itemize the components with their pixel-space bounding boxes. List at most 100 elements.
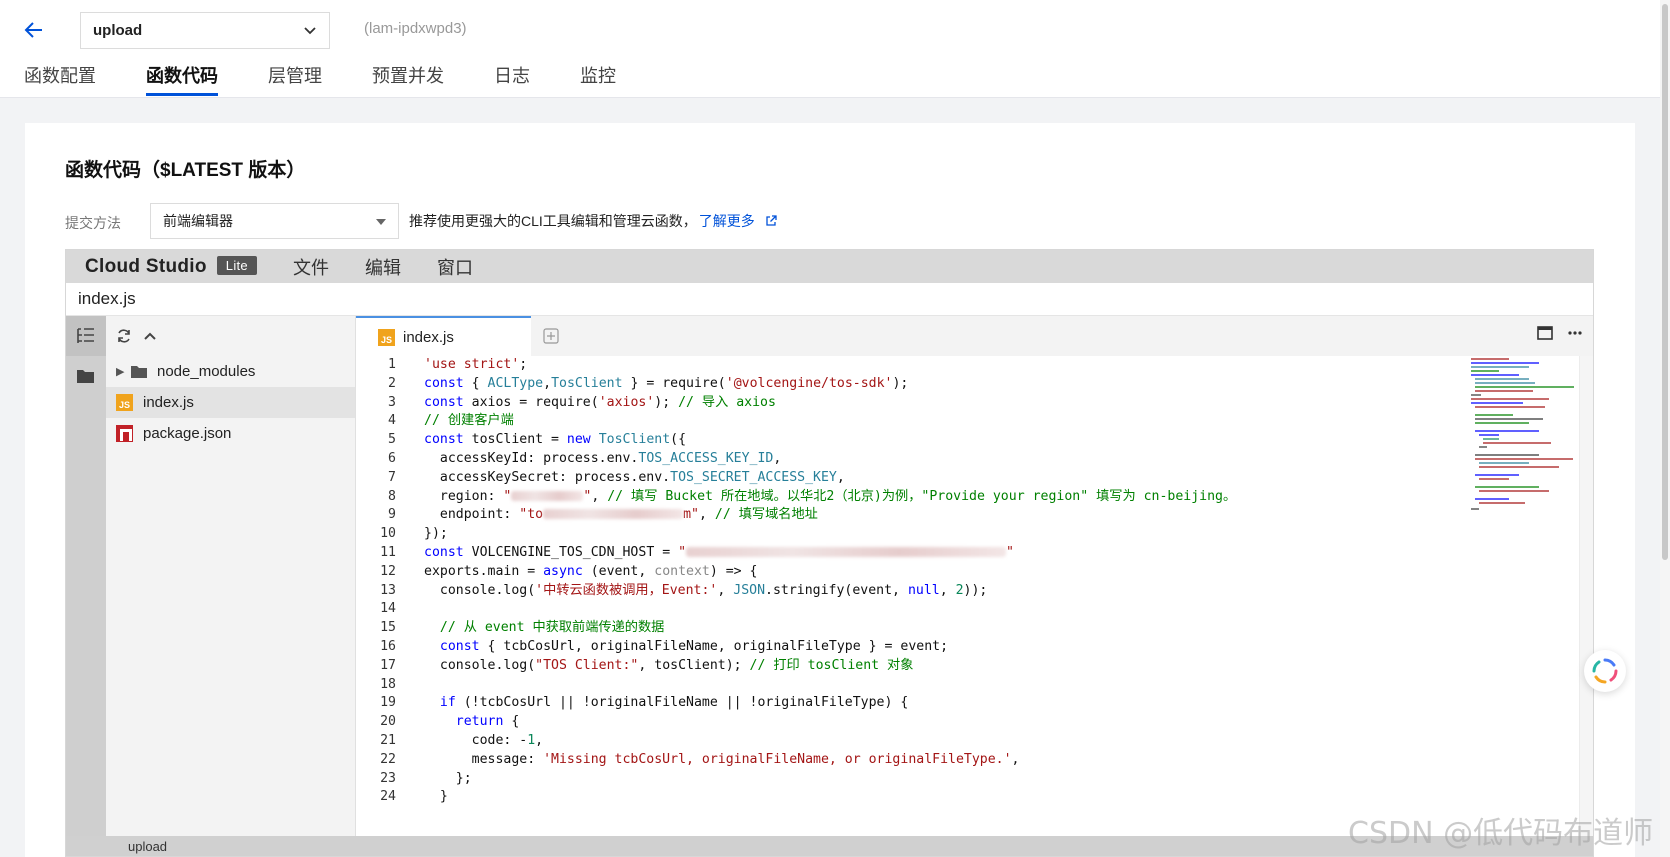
activity-bar — [66, 316, 106, 856]
code-token: }); — [424, 526, 448, 542]
code-token: if (!tcbCosUrl || !originalFileName || !… — [424, 694, 908, 713]
code-line: 20 return { — [356, 713, 1593, 732]
maximize-icon[interactable] — [1537, 326, 1553, 340]
line-number: 10 — [380, 526, 396, 542]
code-token: accessKeySecret: process.env.TOS_SECRET_… — [424, 469, 845, 488]
assistant-float-button[interactable] — [1584, 650, 1626, 692]
code-token: "TOS Client:" — [535, 657, 639, 673]
code-token: , — [773, 450, 782, 466]
brand-lite-badge: Lite — [216, 255, 257, 275]
code-token: 1 — [527, 732, 536, 748]
learn-more-link[interactable]: 了解更多 — [699, 213, 755, 229]
tree-folder-node-modules[interactable]: ▶ node_modules — [106, 356, 355, 387]
tree-file-package-json[interactable]: package.json — [106, 418, 355, 449]
code-line: 9 endpoint: "to m", // 填写域名地址 — [356, 506, 1593, 525]
code-line: 16 const { tcbCosUrl, originalFileName, … — [356, 638, 1593, 657]
code-line: 5 const tosClient = new TosClient({ — [356, 431, 1593, 450]
code-token: , — [939, 582, 956, 598]
assistant-logo-icon — [1592, 658, 1618, 684]
menu-edit[interactable]: 编辑 — [365, 254, 401, 280]
code-token: TosClient — [551, 375, 623, 391]
function-selector[interactable]: upload — [80, 12, 330, 49]
tab-provisioned-concurrency[interactable]: 预置并发 — [372, 62, 444, 96]
code-minimap[interactable] — [1469, 356, 1579, 516]
menu-file[interactable]: 文件 — [293, 254, 329, 280]
code-token: ; — [519, 357, 528, 372]
line-number: 17 — [380, 657, 396, 673]
code-line: 21 code: -1, — [356, 732, 1593, 751]
tab-function-config[interactable]: 函数配置 — [24, 62, 96, 96]
code-line: 19 if (!tcbCosUrl || !originalFileName |… — [356, 694, 1593, 713]
code-token: } — [424, 788, 448, 807]
code-token: (event, — [582, 563, 655, 579]
external-link-icon[interactable] — [765, 215, 777, 227]
line-number: 20 — [380, 714, 396, 730]
tree-file-index-js[interactable]: JS index.js — [106, 387, 355, 418]
code-token: ({ — [670, 432, 687, 448]
chevron-right-icon: ▶ — [116, 366, 125, 378]
tab-monitoring[interactable]: 监控 — [580, 62, 616, 96]
code-token: const VOLCENGINE_TOS_CDN_HOST = " " — [424, 544, 1014, 563]
file-explorer: ▶ node_modules JS index.js package.json — [106, 316, 356, 856]
more-options-icon[interactable] — [1567, 326, 1583, 340]
redacted-value — [511, 490, 584, 501]
code-token: } — [424, 789, 448, 805]
tab-logs[interactable]: 日志 — [494, 62, 530, 96]
code-token: null — [907, 582, 940, 598]
code-token: const axios = require('axios'); // 导入 ax… — [424, 394, 776, 413]
explorer-view-button[interactable] — [66, 356, 106, 396]
code-token: , — [543, 375, 552, 391]
code-token: const — [424, 394, 464, 410]
plus-square-icon — [543, 328, 559, 344]
code-line: 6 accessKeyId: process.env.TOS_ACCESS_KE… — [356, 450, 1593, 469]
code-token: ); — [892, 375, 909, 391]
line-number: 18 — [380, 676, 396, 692]
collapse-up-icon[interactable] — [142, 328, 158, 344]
code-line: 4 // 创建客户端 — [356, 412, 1593, 431]
code-token: { — [503, 714, 520, 730]
code-token: .stringify(event, — [765, 582, 908, 598]
scrollbar-thumb[interactable] — [1662, 4, 1668, 560]
code-token: (!tcbCosUrl || !originalFileName || !ori… — [455, 695, 909, 711]
code-token: ); — [654, 394, 679, 410]
outline-view-button[interactable] — [66, 316, 106, 356]
code-token: tosClient = — [463, 432, 567, 448]
code-token: " — [503, 488, 512, 504]
tab-layer-management[interactable]: 层管理 — [268, 62, 322, 96]
code-line: 22 message: 'Missing tcbCosUrl, original… — [356, 751, 1593, 770]
code-token: const { ACLType,TosClient } = require('@… — [424, 375, 908, 394]
code-token: , — [836, 469, 845, 485]
refresh-icon[interactable] — [116, 328, 132, 344]
code-token: region: — [424, 488, 504, 504]
tab-function-code[interactable]: 函数代码 — [146, 62, 218, 96]
list-tree-icon — [77, 328, 94, 343]
editor-tab-index-js[interactable]: JS index.js — [356, 316, 531, 356]
folder-open-icon — [77, 370, 94, 383]
ide-file-title: index.js — [66, 283, 1593, 316]
code-token: "to — [519, 507, 544, 523]
back-arrow-icon[interactable] — [22, 18, 46, 42]
page-scrollbar[interactable] — [1660, 0, 1670, 857]
code-token: m" — [683, 507, 699, 523]
code-line: 18 — [356, 676, 1593, 695]
new-tab-button[interactable] — [531, 316, 571, 356]
code-token: endpoint: — [424, 507, 520, 523]
js-file-icon: JS — [116, 394, 133, 411]
brand-name: Cloud Studio — [85, 255, 207, 277]
code-token: // 打印 tosClient 对象 — [749, 657, 914, 673]
code-token: code: -1, — [424, 732, 544, 751]
submit-method-label: 提交方法 — [65, 215, 121, 231]
code-token: , — [591, 488, 608, 504]
code-token: TosClient — [598, 432, 671, 448]
code-token: region: " ", // 填写 Bucket 所在地域。以华北2（北京)为例… — [424, 488, 1236, 507]
code-lines[interactable]: 1'use strict'; 2 const { ACLType,TosClien… — [356, 356, 1593, 856]
code-token: " — [678, 544, 687, 560]
code-token: const — [424, 432, 464, 448]
menu-window[interactable]: 窗口 — [437, 254, 473, 280]
submit-method-select[interactable]: 前端编辑器 — [150, 203, 399, 239]
editor-scrollbar[interactable] — [1579, 356, 1593, 856]
code-token: // 从 event 中获取前端传递的数据 — [424, 620, 665, 636]
code-token: context — [654, 563, 710, 579]
code-token: const — [424, 375, 464, 391]
